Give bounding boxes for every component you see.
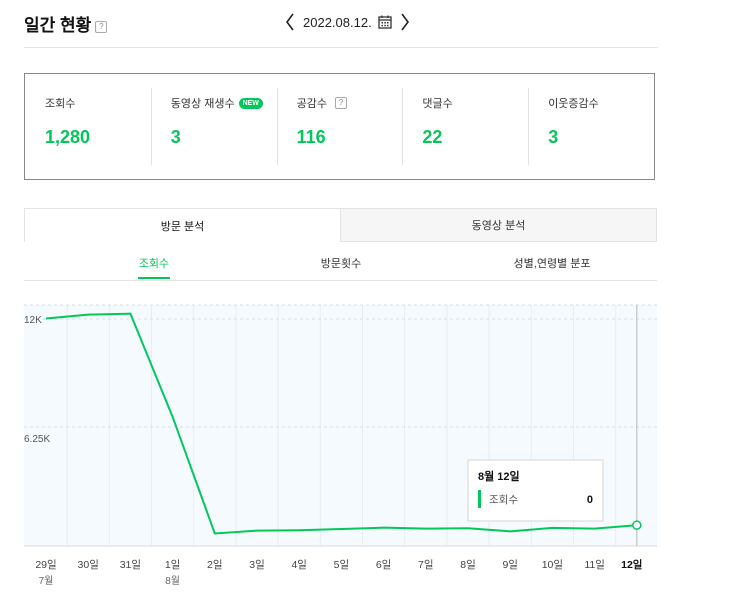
stat-comments: 댓글수 22 bbox=[402, 74, 528, 179]
stat-value: 3 bbox=[170, 127, 181, 147]
subtab-views[interactable]: 조회수 bbox=[139, 255, 169, 271]
page-title: 일간 현황? bbox=[24, 11, 108, 36]
x-month-label: 8월 bbox=[165, 575, 180, 587]
stat-label: 공감수? bbox=[297, 96, 403, 110]
views-line-chart: 12K 6.25K 29일 7월 30일 31일 1일 8월 2일 3일 4일 5일 6일 7일 8일 9일 1… bbox=[24, 304, 657, 587]
stat-video-plays: 동영상 재생수 NEW 3 bbox=[150, 74, 277, 179]
prev-date-button[interactable] bbox=[283, 10, 297, 34]
tooltip-series-label: 조회수 bbox=[489, 494, 518, 506]
tab-video-analysis[interactable]: 동영상 분석 bbox=[340, 209, 656, 242]
x-tick-label: 31일 bbox=[120, 558, 141, 571]
stat-label: 댓글수 bbox=[422, 98, 453, 110]
active-subtab-indicator bbox=[138, 277, 170, 279]
stat-label: 동영상 재생수 NEW bbox=[171, 96, 277, 110]
chevron-left-icon bbox=[286, 13, 294, 31]
stat-value: 116 bbox=[296, 127, 326, 147]
tooltip-value: 0 bbox=[587, 494, 593, 506]
x-tick-label: 6일 bbox=[376, 558, 392, 571]
tooltip-series-marker bbox=[478, 490, 481, 508]
stat-label: 조회수 bbox=[45, 98, 76, 110]
current-date: 2022.08.12. bbox=[303, 14, 372, 30]
subtab-gender-age[interactable]: 성별,연령별 분포 bbox=[514, 255, 591, 271]
analysis-tabs: 방문 분석 동영상 분석 bbox=[24, 208, 657, 242]
x-tick-label: 1일 bbox=[165, 558, 181, 571]
x-tick-label: 30일 bbox=[78, 558, 99, 571]
y-tick-label: 6.25K bbox=[24, 434, 50, 445]
stat-likes: 공감수? 116 bbox=[276, 74, 403, 179]
x-tick-label: 9일 bbox=[502, 558, 518, 571]
selected-data-point bbox=[632, 520, 642, 530]
x-tick-label: 7일 bbox=[418, 558, 434, 571]
next-date-button[interactable] bbox=[398, 10, 412, 34]
chevron-right-icon bbox=[401, 13, 409, 31]
stat-views: 조회수 1,280 bbox=[25, 74, 151, 179]
stat-label: 이웃증감수 bbox=[548, 98, 599, 110]
calendar-icon[interactable] bbox=[378, 15, 392, 29]
metric-subtabs: 조회수 방문횟수 성별,연령별 분포 bbox=[24, 242, 657, 281]
x-tick-label: 2일 bbox=[207, 558, 223, 571]
help-icon[interactable]: ? bbox=[95, 20, 108, 33]
stat-neighbor-change: 이웃증감수 3 bbox=[528, 74, 654, 179]
x-tick-label: 12일 bbox=[621, 558, 642, 571]
new-badge: NEW bbox=[238, 97, 263, 109]
chart-tooltip bbox=[467, 459, 604, 522]
date-navigator: 2022.08.12. bbox=[283, 10, 412, 34]
x-tick-label: 8일 bbox=[460, 558, 476, 571]
stat-value: 22 bbox=[422, 127, 443, 147]
x-tick-label: 10일 bbox=[542, 558, 563, 571]
tab-visit-analysis[interactable]: 방문 분석 bbox=[25, 209, 340, 242]
x-tick-label: 29일 bbox=[35, 558, 56, 571]
x-month-label: 7월 bbox=[39, 575, 54, 587]
x-tick-label: 5일 bbox=[334, 558, 350, 571]
tooltip-title: 8월 12일 bbox=[478, 469, 520, 483]
y-tick-label: 12K bbox=[24, 315, 42, 326]
summary-stats-panel: 조회수 1,280 동영상 재생수 NEW 3 공감수? 116 댓글수 22 이… bbox=[24, 73, 655, 180]
stat-value: 1,280 bbox=[45, 127, 91, 147]
daily-status-header: 일간 현황? 2022.08.12. bbox=[24, 0, 658, 48]
x-tick-label: 4일 bbox=[291, 558, 307, 571]
x-tick-label: 3일 bbox=[249, 558, 265, 571]
stat-value: 3 bbox=[548, 127, 559, 147]
help-icon[interactable]: ? bbox=[334, 97, 347, 109]
subtab-visit-count[interactable]: 방문횟수 bbox=[321, 255, 361, 271]
x-tick-label: 11일 bbox=[584, 558, 605, 571]
